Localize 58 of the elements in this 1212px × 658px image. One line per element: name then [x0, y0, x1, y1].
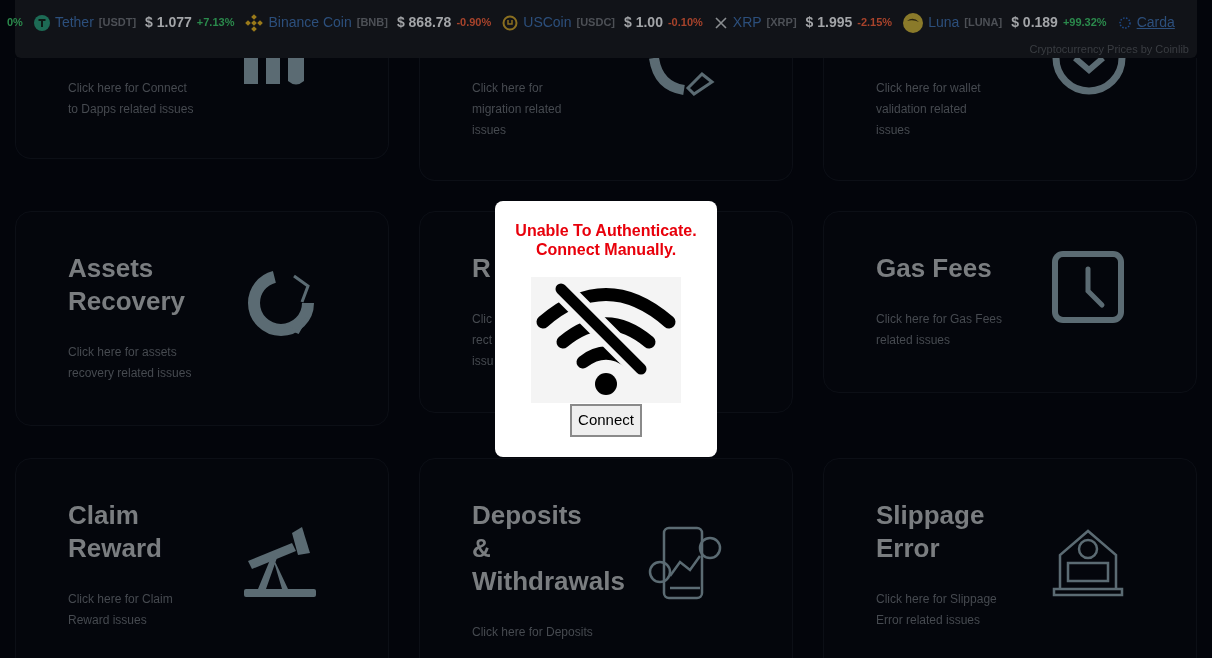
- coin-symbol: [BNB]: [356, 15, 388, 31]
- card-background[interactable]: Claim Reward Click here for Claim Reward issues: [15, 457, 389, 658]
- card-background[interactable]: Click here for Connect to Dapps related issues: [15, 57, 389, 159]
- coin-symbol: [LUNA]: [964, 15, 1003, 31]
- coin-price: $ 0.189: [1011, 13, 1058, 32]
- coin-name-link[interactable]: USCoin: [523, 12, 572, 33]
- dots-icon: [1117, 15, 1132, 30]
- connect-button[interactable]: Connect: [570, 404, 642, 437]
- modal-title: Unable To Authenticate. Connect Manually.: [515, 221, 697, 259]
- card-description: Clic rect issu: [472, 310, 495, 370]
- pump-jack-icon: [244, 526, 316, 599]
- card-description: Click here for migration related issues: [472, 79, 563, 139]
- card-title: Slippage Error: [876, 498, 986, 565]
- card-description: Click here for Gas Fees related issues: [876, 310, 1004, 349]
- card-background[interactable]: Assets Recovery Click here for assets recovery related issues: [15, 210, 389, 426]
- card-title: Assets Recovery: [68, 251, 187, 318]
- price-change: -2.15%: [857, 15, 893, 31]
- card-description: Click here for wallet validation related issues: [876, 79, 982, 139]
- coin-price: $ 1.995: [805, 13, 853, 32]
- card-title: Claim Reward: [68, 498, 163, 565]
- price-change: 0%: [7, 15, 23, 31]
- cross-icon: [713, 15, 728, 30]
- coin-price: $ 1.077: [145, 13, 192, 32]
- diamond-icon: [245, 13, 264, 32]
- card-description: Click here for Deposits: [472, 623, 594, 641]
- coin-price: $ 1.00: [624, 13, 663, 32]
- card-title: R: [472, 251, 492, 285]
- card-background[interactable]: Click here for migration related issues: [419, 57, 793, 181]
- coin-icon: [33, 14, 50, 31]
- card-description: Click here for Claim Reward issues: [68, 590, 174, 629]
- card-background[interactable]: Slippage Error Click here for Slippage Error related issues: [823, 457, 1197, 658]
- card-background[interactable]: Deposits & Withdrawals Click here for Deposits: [419, 457, 793, 658]
- price-change: -0.10%: [667, 15, 703, 31]
- card-description: Click here for Connect to Dapps related issues: [68, 79, 195, 118]
- card-background[interactable]: Click here for wallet validation related issues: [823, 57, 1197, 181]
- moon-icon: [903, 12, 924, 33]
- coin-name-link[interactable]: Luna: [928, 12, 960, 33]
- card-background[interactable]: Gas Fees Click here for Gas Fees related issues: [823, 210, 1197, 393]
- card-description: Click here for assets recovery related issues: [68, 343, 193, 382]
- price-change: -0.90%: [456, 15, 492, 31]
- coin-name-link[interactable]: XRP: [732, 12, 762, 33]
- card-title: Gas Fees: [876, 251, 993, 285]
- coin-name-link[interactable]: Tether: [54, 12, 94, 33]
- card-title: Deposits & Withdrawals: [472, 498, 626, 598]
- bars-icon: [244, 57, 306, 85]
- coin-name-link[interactable]: Binance Coin: [268, 12, 352, 33]
- price-change: +7.13%: [196, 15, 235, 31]
- wifi-off-icon: [531, 277, 681, 403]
- card-description: Click here for Slippage Error related issues: [876, 590, 998, 629]
- coin-icon: [502, 14, 519, 31]
- coin-name-link[interactable]: Carda: [1136, 12, 1175, 33]
- coin-symbol: [XRP]: [766, 15, 797, 31]
- coin-price: $ 868.78: [396, 13, 452, 32]
- coin-symbol: [USDT]: [98, 15, 137, 31]
- coin-symbol: [USDC]: [576, 15, 615, 31]
- phone-chart-icon: [648, 525, 722, 600]
- price-change: +99.32%: [1062, 15, 1107, 31]
- clock-icon: [1052, 250, 1124, 323]
